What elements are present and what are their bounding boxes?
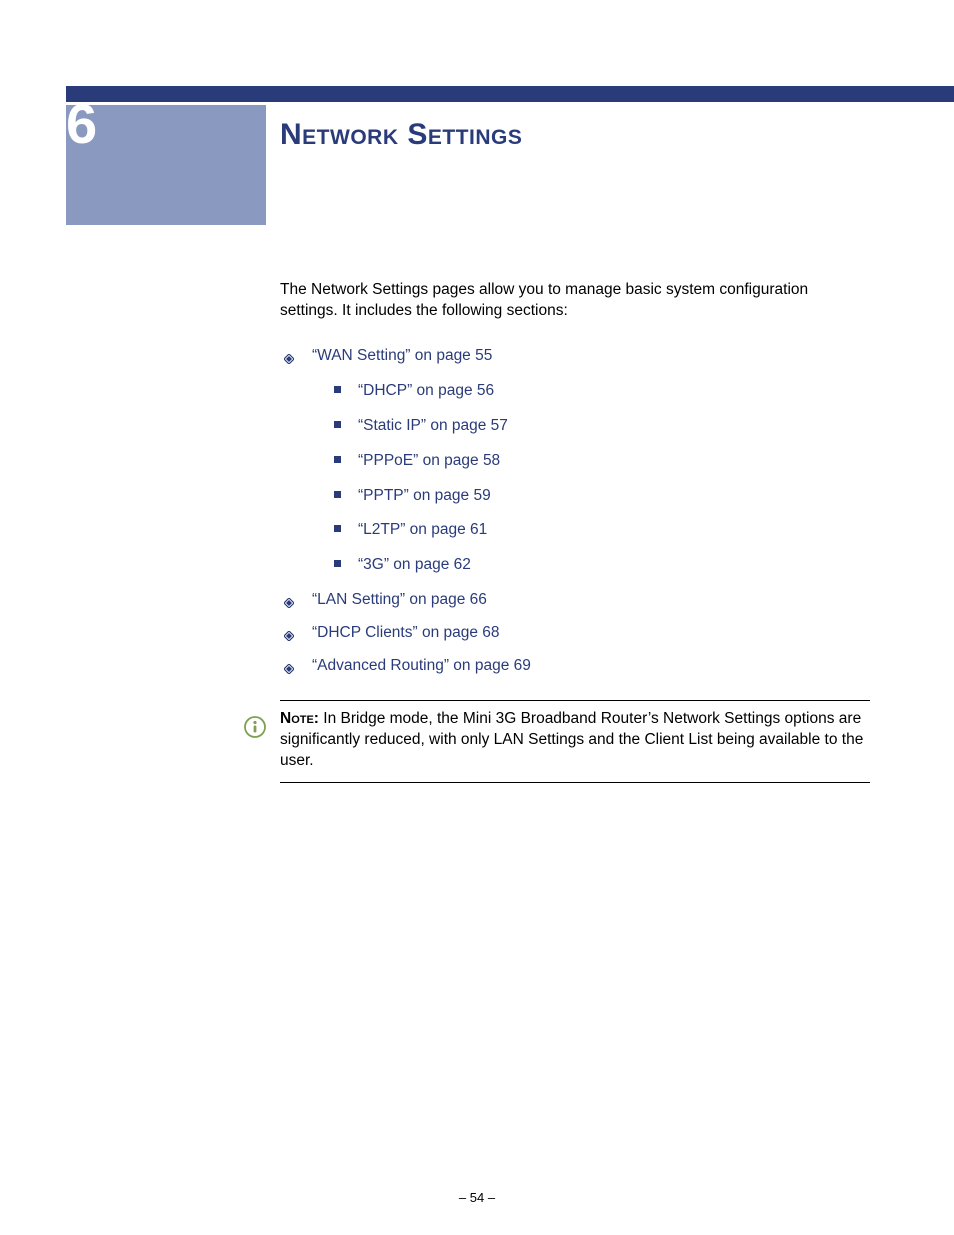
xref-wan-setting[interactable]: “WAN Setting” on page 55 xyxy=(312,347,492,364)
section-list: “WAN Setting” on page 55 “DHCP” on page … xyxy=(280,346,870,677)
square-bullet-icon xyxy=(334,560,341,567)
square-bullet-icon xyxy=(334,456,341,463)
note-label: Note: xyxy=(280,710,319,727)
list-item: “PPTP” on page 59 xyxy=(312,486,870,507)
list-item: “3G” on page 62 xyxy=(312,555,870,576)
list-item: “WAN Setting” on page 55 “DHCP” on page … xyxy=(280,346,870,576)
xref-dhcp-clients[interactable]: “DHCP Clients” on page 68 xyxy=(312,624,500,641)
intro-paragraph: The Network Settings pages allow you to … xyxy=(280,280,870,322)
list-item: “DHCP” on page 56 xyxy=(312,381,870,402)
xref-static-ip[interactable]: “Static IP” on page 57 xyxy=(358,417,508,434)
list-item: “LAN Setting” on page 66 xyxy=(280,590,870,611)
chapter-number: 6 xyxy=(66,96,126,152)
list-item: “DHCP Clients” on page 68 xyxy=(280,623,870,644)
xref-advanced-routing[interactable]: “Advanced Routing” on page 69 xyxy=(312,657,531,674)
xref-dhcp[interactable]: “DHCP” on page 56 xyxy=(358,382,494,399)
xref-pppoe[interactable]: “PPPoE” on page 58 xyxy=(358,452,500,469)
diamond-bullet-icon xyxy=(284,627,294,637)
xref-l2tp[interactable]: “L2TP” on page 61 xyxy=(358,521,487,538)
square-bullet-icon xyxy=(334,386,341,393)
page-number-suffix: – xyxy=(484,1190,495,1205)
list-item: “PPPoE” on page 58 xyxy=(312,451,870,472)
page-number: – 54 – xyxy=(0,1190,954,1205)
header-top-bar xyxy=(66,86,954,102)
section-sublist: “DHCP” on page 56 “Static IP” on page 57… xyxy=(312,381,870,577)
chapter-title: Network Settings xyxy=(280,118,522,152)
diamond-bullet-icon xyxy=(284,594,294,604)
note-body: Note: In Bridge mode, the Mini 3G Broadb… xyxy=(280,701,870,782)
list-item: “L2TP” on page 61 xyxy=(312,520,870,541)
square-bullet-icon xyxy=(334,421,341,428)
xref-3g[interactable]: “3G” on page 62 xyxy=(358,556,471,573)
info-icon xyxy=(244,716,266,743)
xref-pptp[interactable]: “PPTP” on page 59 xyxy=(358,487,491,504)
diamond-bullet-icon xyxy=(284,660,294,670)
xref-lan-setting[interactable]: “LAN Setting” on page 66 xyxy=(312,591,487,608)
body-content: The Network Settings pages allow you to … xyxy=(280,280,870,689)
note-block: Note: In Bridge mode, the Mini 3G Broadb… xyxy=(280,700,870,783)
diamond-bullet-icon xyxy=(284,350,294,360)
note-rule-bottom xyxy=(280,782,870,783)
square-bullet-icon xyxy=(334,491,341,498)
note-text: In Bridge mode, the Mini 3G Broadband Ro… xyxy=(280,710,863,769)
page-number-value: 54 xyxy=(470,1190,484,1205)
list-item: “Static IP” on page 57 xyxy=(312,416,870,437)
list-item: “Advanced Routing” on page 69 xyxy=(280,656,870,677)
square-bullet-icon xyxy=(334,525,341,532)
page-number-prefix: – xyxy=(459,1190,470,1205)
